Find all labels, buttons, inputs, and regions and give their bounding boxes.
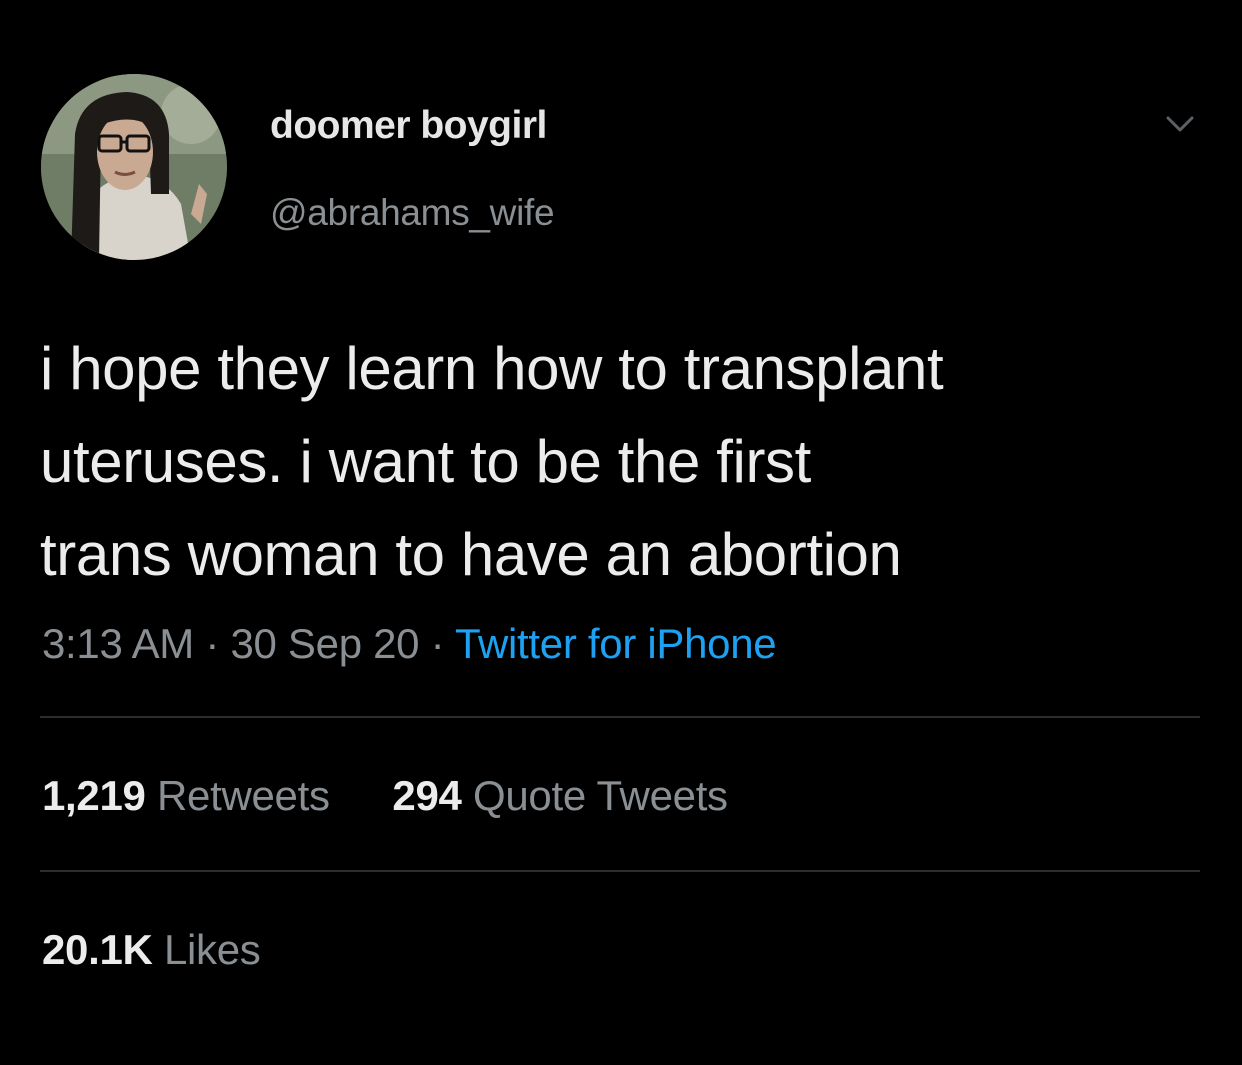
- quote-tweets-link[interactable]: 294 Quote Tweets: [392, 772, 728, 819]
- likes-count: 20.1K: [42, 926, 153, 973]
- tweet-text-line: uteruses. i want to be the first: [40, 428, 811, 495]
- tweet-date[interactable]: 30 Sep 20: [230, 620, 419, 667]
- user-handle[interactable]: @abrahams_wife: [270, 192, 555, 234]
- display-name[interactable]: doomer boygirl: [270, 104, 547, 148]
- likes-link[interactable]: 20.1K Likes: [42, 926, 261, 974]
- chevron-down-icon[interactable]: [1160, 108, 1200, 138]
- retweets-link[interactable]: 1,219 Retweets: [42, 772, 341, 819]
- meta-separator: ·: [205, 620, 220, 667]
- avatar[interactable]: [41, 74, 227, 260]
- likes-label: Likes: [163, 926, 261, 973]
- retweets-label: Retweets: [156, 772, 330, 819]
- tweet-detail: doomer boygirl @abrahams_wife i hope the…: [0, 0, 1242, 1065]
- retweets-count: 1,219: [42, 772, 146, 819]
- tweet-text: i hope they learn how to transplant uter…: [40, 322, 1220, 601]
- quote-tweets-count: 294: [392, 772, 462, 819]
- meta-separator: ·: [430, 620, 445, 667]
- tweet-time[interactable]: 3:13 AM: [42, 620, 194, 667]
- tweet-text-line: i hope they learn how to transplant: [40, 335, 944, 402]
- tweet-source-link[interactable]: Twitter for iPhone: [455, 620, 777, 667]
- divider: [40, 870, 1200, 872]
- tweet-meta: 3:13 AM · 30 Sep 20 · Twitter for iPhone: [42, 620, 777, 668]
- avatar-image: [41, 74, 227, 260]
- quote-tweets-label: Quote Tweets: [472, 772, 728, 819]
- tweet-text-line: trans woman to have an abortion: [40, 521, 902, 588]
- divider: [40, 716, 1200, 718]
- engagement-stats: 1,219 Retweets 294 Quote Tweets: [42, 772, 728, 820]
